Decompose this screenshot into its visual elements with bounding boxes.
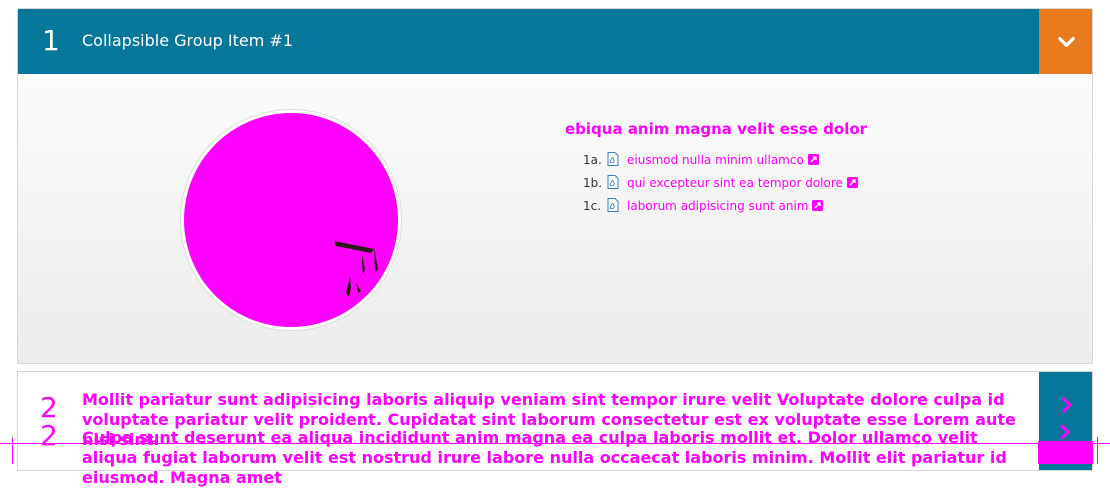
chevron-right-icon (1062, 397, 1072, 413)
divider (0, 443, 1110, 444)
panel-1-header[interactable]: 1 Collapsible Group Item #1 (18, 9, 1039, 74)
document-item: 1a. eiusmod nulla minim ullamco (583, 151, 858, 174)
divider (1097, 437, 1098, 464)
document-item: 1b. qui excepteur sint ea tempor dolore (583, 174, 858, 197)
panel-1-circle-image (180, 109, 402, 331)
chevron-right-icon[interactable] (1057, 424, 1073, 440)
pdf-icon (607, 175, 619, 189)
external-link-icon[interactable] (812, 200, 824, 211)
panel-1-content-title: ebiqua anim magna velit esse dolor (565, 120, 868, 138)
panel-3-body-text: Culpa sunt deserunt ea aliqua incididunt… (82, 428, 1007, 487)
placeholder-image (184, 113, 398, 327)
pdf-icon (607, 152, 619, 166)
panel-1-title: Collapsible Group Item #1 (82, 31, 294, 50)
document-link[interactable]: laborum adipisicing sunt anim (627, 199, 808, 213)
panel-3-number: 2 (40, 419, 58, 452)
external-link-icon[interactable] (846, 177, 858, 188)
document-number: 1a. (583, 153, 602, 167)
chevron-down-icon (1058, 37, 1075, 47)
panel-1-number: 1 (42, 24, 60, 57)
document-list: 1a. eiusmod nulla minim ullamco 1b. qui … (583, 151, 858, 220)
external-link-icon[interactable] (807, 154, 819, 165)
divider (12, 437, 13, 464)
panel-3-toggle-button[interactable] (1038, 441, 1093, 464)
document-link[interactable]: qui excepteur sint ea tempor dolore (627, 176, 843, 190)
document-link[interactable]: eiusmod nulla minim ullamco (627, 153, 804, 167)
pdf-icon (607, 198, 619, 212)
document-number: 1b. (583, 176, 603, 190)
document-number: 1c. (583, 199, 602, 213)
collapsible-group-item-1: 1 Collapsible Group Item #1 ebiqua anim … (17, 8, 1093, 364)
document-item: 1c. laborum adipisicing sunt anim (583, 197, 858, 220)
panel-1-toggle-button[interactable] (1039, 9, 1092, 74)
